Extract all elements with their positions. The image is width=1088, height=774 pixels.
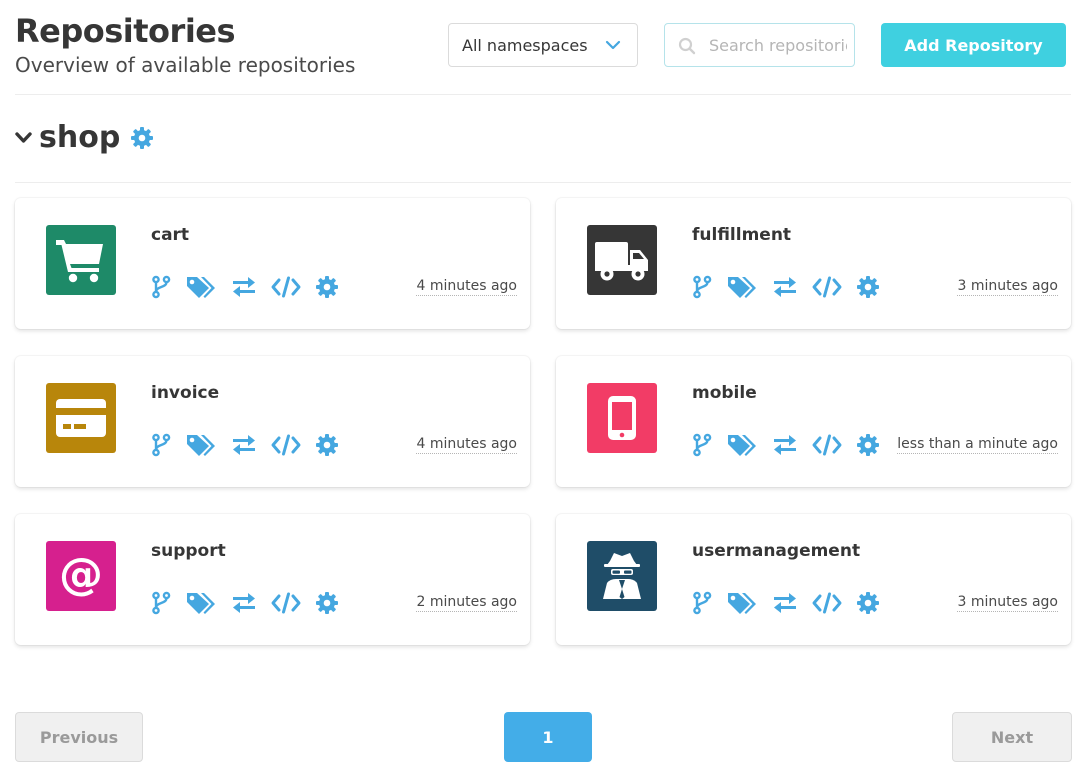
tags-icon[interactable] (726, 432, 758, 458)
chevron-down-icon[interactable] (15, 131, 32, 145)
sources-icon[interactable] (271, 433, 301, 457)
last-modified-time: 4 minutes ago (416, 436, 517, 454)
settings-icon[interactable] (856, 591, 880, 615)
header-divider (15, 94, 1071, 95)
sources-icon[interactable] (271, 275, 301, 299)
tags-icon[interactable] (185, 274, 217, 300)
tags-icon[interactable] (185, 432, 217, 458)
namespace-filter-value: All namespaces (462, 35, 588, 55)
repository-name[interactable]: cart (151, 225, 189, 245)
page-title: Repositories (15, 12, 236, 50)
tags-icon[interactable] (185, 590, 217, 616)
sources-icon[interactable] (812, 591, 842, 615)
credit-card-icon (46, 383, 116, 453)
repository-actions (151, 432, 353, 458)
last-modified-time: 3 minutes ago (957, 278, 1058, 296)
changesets-icon[interactable] (772, 434, 798, 456)
repository-card-cart[interactable]: cart 4 minutes ago (15, 198, 530, 329)
branches-icon[interactable] (151, 591, 171, 615)
repository-actions (151, 274, 353, 300)
repository-card-support[interactable]: @ support 2 minutes ago (15, 514, 530, 645)
repository-name[interactable]: mobile (692, 383, 757, 403)
svg-text:@: @ (59, 552, 103, 600)
repository-actions (692, 274, 894, 300)
settings-icon[interactable] (856, 433, 880, 457)
repository-card-fulfillment[interactable]: fulfillment 3 minutes ago (556, 198, 1071, 329)
namespace-header: shop (15, 120, 154, 155)
repository-card-usermanagement[interactable]: usermanagement 3 minutes ago (556, 514, 1071, 645)
last-modified-time: less than a minute ago (897, 436, 1058, 454)
user-secret-icon (587, 541, 657, 611)
gear-icon[interactable] (130, 126, 154, 150)
branches-icon[interactable] (151, 433, 171, 457)
settings-icon[interactable] (315, 275, 339, 299)
changesets-icon[interactable] (231, 276, 257, 298)
settings-icon[interactable] (315, 433, 339, 457)
sources-icon[interactable] (271, 591, 301, 615)
branches-icon[interactable] (151, 275, 171, 299)
settings-icon[interactable] (315, 591, 339, 615)
namespace-divider (15, 182, 1071, 183)
changesets-icon[interactable] (231, 592, 257, 614)
repository-name[interactable]: fulfillment (692, 225, 791, 245)
branches-icon[interactable] (692, 433, 712, 457)
changesets-icon[interactable] (772, 276, 798, 298)
namespace-name[interactable]: shop (39, 120, 120, 155)
chevron-down-icon (605, 40, 621, 50)
changesets-icon[interactable] (772, 592, 798, 614)
settings-icon[interactable] (856, 275, 880, 299)
search-icon (678, 37, 696, 55)
page-subtitle: Overview of available repositories (15, 53, 356, 77)
branches-icon[interactable] (692, 275, 712, 299)
last-modified-time: 4 minutes ago (416, 278, 517, 296)
mobile-phone-icon (587, 383, 657, 453)
repository-name[interactable]: usermanagement (692, 541, 860, 561)
sources-icon[interactable] (812, 433, 842, 457)
repository-name[interactable]: support (151, 541, 226, 561)
repository-card-mobile[interactable]: mobile less than a minute ago (556, 356, 1071, 487)
at-sign-icon: @ (46, 541, 116, 611)
truck-icon (587, 225, 657, 295)
previous-page-button[interactable]: Previous (15, 712, 143, 762)
branches-icon[interactable] (692, 591, 712, 615)
next-page-button[interactable]: Next (952, 712, 1072, 762)
changesets-icon[interactable] (231, 434, 257, 456)
tags-icon[interactable] (726, 590, 758, 616)
add-repository-button[interactable]: Add Repository (881, 23, 1066, 67)
last-modified-time: 2 minutes ago (416, 594, 517, 612)
page-1-button[interactable]: 1 (504, 712, 592, 762)
repository-card-invoice[interactable]: invoice 4 minutes ago (15, 356, 530, 487)
repository-name[interactable]: invoice (151, 383, 219, 403)
shopping-cart-icon (46, 225, 116, 295)
search-box (664, 23, 855, 67)
repository-actions (151, 590, 353, 616)
repository-actions (692, 590, 894, 616)
tags-icon[interactable] (726, 274, 758, 300)
repository-actions (692, 432, 894, 458)
namespace-filter-select[interactable]: All namespaces (448, 23, 638, 67)
search-input[interactable] (709, 24, 847, 66)
last-modified-time: 3 minutes ago (957, 594, 1058, 612)
sources-icon[interactable] (812, 275, 842, 299)
